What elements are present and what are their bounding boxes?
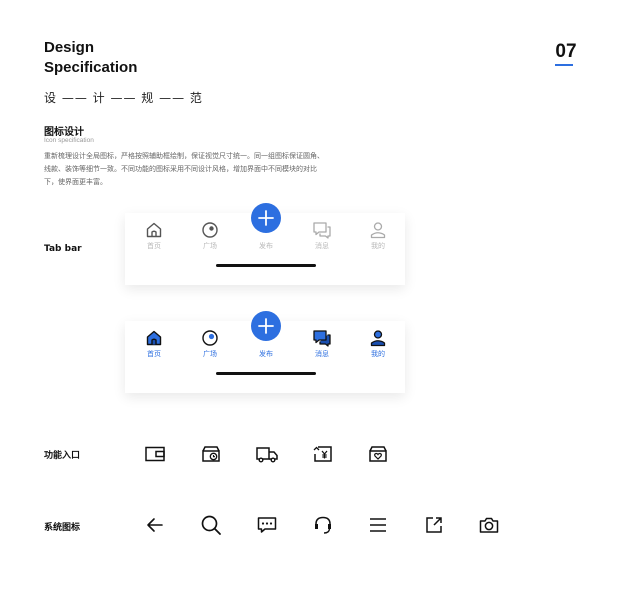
tab-label-home: 首页 (147, 242, 161, 250)
plus-icon (258, 318, 274, 334)
yen-return-icon[interactable] (311, 442, 335, 466)
tabbar-inactive: 首页 广场 发布 消息 我的 (125, 203, 405, 285)
title-line-2: Specification (44, 59, 138, 76)
tabbar-row-label: Tab bar (44, 244, 82, 254)
store-clock-icon[interactable] (199, 442, 223, 466)
messages-filled-icon (313, 330, 331, 347)
function-row-label: 功能入口 (44, 451, 81, 461)
publish-fab-button-active[interactable] (251, 311, 281, 341)
tab-square-active[interactable]: 广场 (190, 329, 230, 359)
home-indicator (216, 372, 316, 375)
camera-icon[interactable] (477, 513, 501, 537)
section-description: 重新梳理设计全局图标，严格按照辅助框绘制，保证视觉尺寸统一。同一组图标保证圆角、… (44, 152, 324, 186)
tab-me[interactable]: 我的 (358, 221, 398, 251)
wallet-icon[interactable] (143, 442, 167, 466)
home-indicator (216, 264, 316, 267)
tab-square[interactable]: 广场 (190, 221, 230, 251)
tab-label-square: 广场 (203, 242, 217, 250)
tab-home[interactable]: 首页 (134, 221, 174, 251)
user-icon (370, 222, 386, 239)
headset-icon[interactable] (311, 513, 335, 537)
truck-icon[interactable] (255, 442, 279, 466)
section-subtitle: Icon specification (44, 137, 94, 144)
tab-label-messages-active: 消息 (315, 350, 329, 358)
compass-filled-icon (202, 330, 218, 346)
tab-label-me: 我的 (371, 242, 385, 250)
tab-me-active[interactable]: 我的 (358, 329, 398, 359)
tab-messages-active[interactable]: 消息 (302, 329, 342, 359)
search-icon[interactable] (199, 513, 223, 537)
store-heart-icon[interactable] (366, 442, 390, 466)
title-line-1: Design (44, 39, 95, 56)
arrow-left-icon[interactable] (143, 513, 167, 537)
tab-messages[interactable]: 消息 (302, 221, 342, 251)
home-icon (146, 222, 162, 238)
chat-bubble-icon[interactable] (255, 513, 279, 537)
tab-label-publish: 发布 (259, 242, 273, 250)
home-filled-icon (146, 330, 162, 346)
page-number-underline (555, 64, 573, 66)
tab-home-active[interactable]: 首页 (134, 329, 174, 359)
tab-label-messages: 消息 (315, 242, 329, 250)
tab-label-publish-active: 发布 (259, 350, 273, 358)
system-row-label: 系统图标 (44, 523, 81, 533)
tabbar-active: 首页 广场 发布 消息 我的 (125, 311, 405, 393)
page-title: Design Specification (44, 38, 137, 78)
publish-fab-button[interactable] (251, 203, 281, 233)
menu-icon[interactable] (366, 513, 390, 537)
chinese-subtitle: 设 —— 计 —— 规 —— 范 (44, 91, 203, 105)
tab-label-square-active: 广场 (203, 350, 217, 358)
messages-icon (313, 222, 331, 239)
plus-icon (258, 210, 274, 226)
tab-label-me-active: 我的 (371, 350, 385, 358)
section-title: 图标设计 (44, 127, 84, 138)
tab-label-home-active: 首页 (147, 350, 161, 358)
compass-icon (202, 222, 218, 238)
external-link-icon[interactable] (422, 513, 446, 537)
user-filled-icon (370, 330, 386, 347)
page-number: 07 (555, 41, 577, 62)
